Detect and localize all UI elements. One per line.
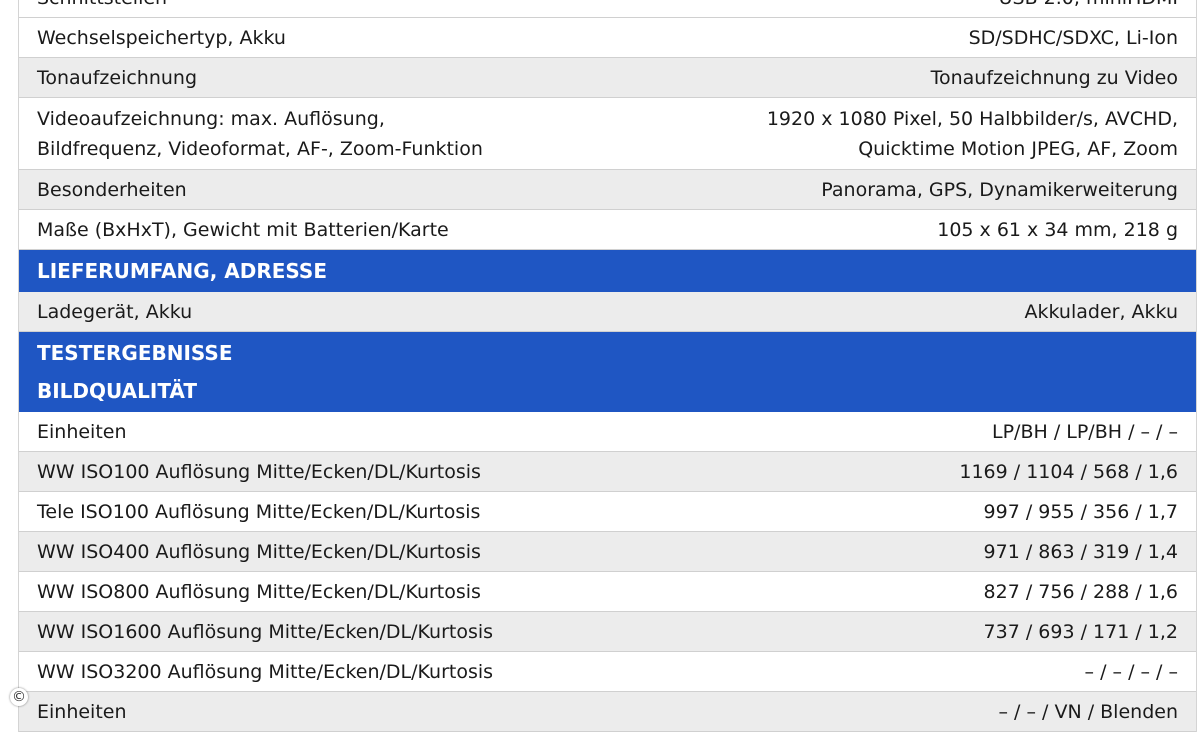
- row-label: Einheiten: [37, 420, 127, 443]
- row-label: Videoaufzeichnung: max. Auflösung, Bildf…: [37, 104, 483, 164]
- video-row: Videoaufzeichnung: max. Auflösung, Bildf…: [19, 98, 1196, 170]
- spec-row: Ladegerät, Akku Akkulader, Akku: [19, 292, 1196, 332]
- spec-row: Einheiten – / – / VN / Blenden: [19, 692, 1196, 732]
- row-label: WW ISO100 Auflösung Mitte/Ecken/DL/Kurto…: [37, 460, 481, 483]
- rows-bottom: Einheiten LP/BH / LP/BH / – / – WW ISO10…: [19, 412, 1196, 732]
- label-line: Videoaufzeichnung: max. Auflösung,: [37, 107, 385, 130]
- row-label: Besonderheiten: [37, 178, 187, 201]
- spec-row: Wechselspeichertyp, Akku SD/SDHC/SDXC, L…: [19, 18, 1196, 58]
- section-header-testergebnisse: TESTERGEBNISSE BILDQUALITÄT: [19, 332, 1196, 412]
- section-title: TESTERGEBNISSE: [37, 340, 233, 365]
- row-label: WW ISO800 Auflösung Mitte/Ecken/DL/Kurto…: [37, 580, 481, 603]
- spec-row: WW ISO1600 Auflösung Mitte/Ecken/DL/Kurt…: [19, 612, 1196, 652]
- spec-row: Tele ISO100 Auflösung Mitte/Ecken/DL/Kur…: [19, 492, 1196, 532]
- row-value: LP/BH / LP/BH / – / –: [992, 420, 1178, 443]
- spec-row: WW ISO400 Auflösung Mitte/Ecken/DL/Kurto…: [19, 532, 1196, 572]
- section-header-lieferumfang: LIEFERUMFANG, ADRESSE: [19, 250, 1196, 292]
- spec-table: Schnittstellen USB 2.0, miniHDMI Wechsel…: [18, 0, 1197, 732]
- row-value: 1169 / 1104 / 568 / 1,6: [959, 460, 1178, 483]
- row-value: 737 / 693 / 171 / 1,2: [983, 620, 1178, 643]
- row-value: 997 / 955 / 356 / 1,7: [983, 500, 1178, 523]
- row-label: WW ISO400 Auflösung Mitte/Ecken/DL/Kurto…: [37, 540, 481, 563]
- row-value: 827 / 756 / 288 / 1,6: [983, 580, 1178, 603]
- spec-row: Einheiten LP/BH / LP/BH / – / –: [19, 412, 1196, 452]
- row-value: – / – / VN / Blenden: [998, 700, 1179, 723]
- row-value: USB 2.0, miniHDMI: [999, 0, 1178, 13]
- spec-row: Tonaufzeichnung Tonaufzeichnung zu Video: [19, 58, 1196, 98]
- value-line: 1920 x 1080 Pixel, 50 Halbbilder/s, AVCH…: [766, 107, 1178, 130]
- row-label: Ladegerät, Akku: [37, 300, 193, 323]
- row-label: Maße (BxHxT), Gewicht mit Batterien/Kart…: [37, 218, 449, 241]
- label-line: Bildfrequenz, Videoformat, AF-, Zoom-Fun…: [37, 137, 483, 160]
- copyright-icon: ©: [10, 688, 28, 706]
- row-label: Tele ISO100 Auflösung Mitte/Ecken/DL/Kur…: [37, 500, 481, 523]
- row-value: Akkulader, Akku: [1024, 300, 1178, 323]
- row-label: Einheiten: [37, 700, 127, 723]
- row-value: 105 x 61 x 34 mm, 218 g: [937, 218, 1178, 241]
- section-subtitle: BILDQUALITÄT: [37, 378, 197, 403]
- row-value: SD/SDHC/SDXC, Li-Ion: [968, 26, 1178, 49]
- spec-row: WW ISO100 Auflösung Mitte/Ecken/DL/Kurto…: [19, 452, 1196, 492]
- row-value: – / – / – / –: [1084, 660, 1178, 683]
- spec-row: Maße (BxHxT), Gewicht mit Batterien/Kart…: [19, 210, 1196, 250]
- spec-row: WW ISO3200 Auflösung Mitte/Ecken/DL/Kurt…: [19, 652, 1196, 692]
- row-label: WW ISO1600 Auflösung Mitte/Ecken/DL/Kurt…: [37, 620, 494, 643]
- row-label: WW ISO3200 Auflösung Mitte/Ecken/DL/Kurt…: [37, 660, 494, 683]
- value-line: Quicktime Motion JPEG, AF, Zoom: [858, 137, 1178, 160]
- row-value: Panorama, GPS, Dynamikerweiterung: [821, 178, 1178, 201]
- spec-row: Besonderheiten Panorama, GPS, Dynamikerw…: [19, 170, 1196, 210]
- rows-top: Schnittstellen USB 2.0, miniHDMI Wechsel…: [19, 0, 1196, 98]
- spec-row: Schnittstellen USB 2.0, miniHDMI: [19, 0, 1196, 18]
- spec-row: WW ISO800 Auflösung Mitte/Ecken/DL/Kurto…: [19, 572, 1196, 612]
- row-value: 1920 x 1080 Pixel, 50 Halbbilder/s, AVCH…: [767, 104, 1178, 164]
- row-value: 971 / 863 / 319 / 1,4: [983, 540, 1178, 563]
- row-label: Wechselspeichertyp, Akku: [37, 26, 286, 49]
- section-title: LIEFERUMFANG, ADRESSE: [37, 258, 327, 283]
- row-label: Schnittstellen: [37, 0, 167, 13]
- row-label: Tonaufzeichnung: [37, 66, 198, 89]
- row-value: Tonaufzeichnung zu Video: [930, 66, 1178, 89]
